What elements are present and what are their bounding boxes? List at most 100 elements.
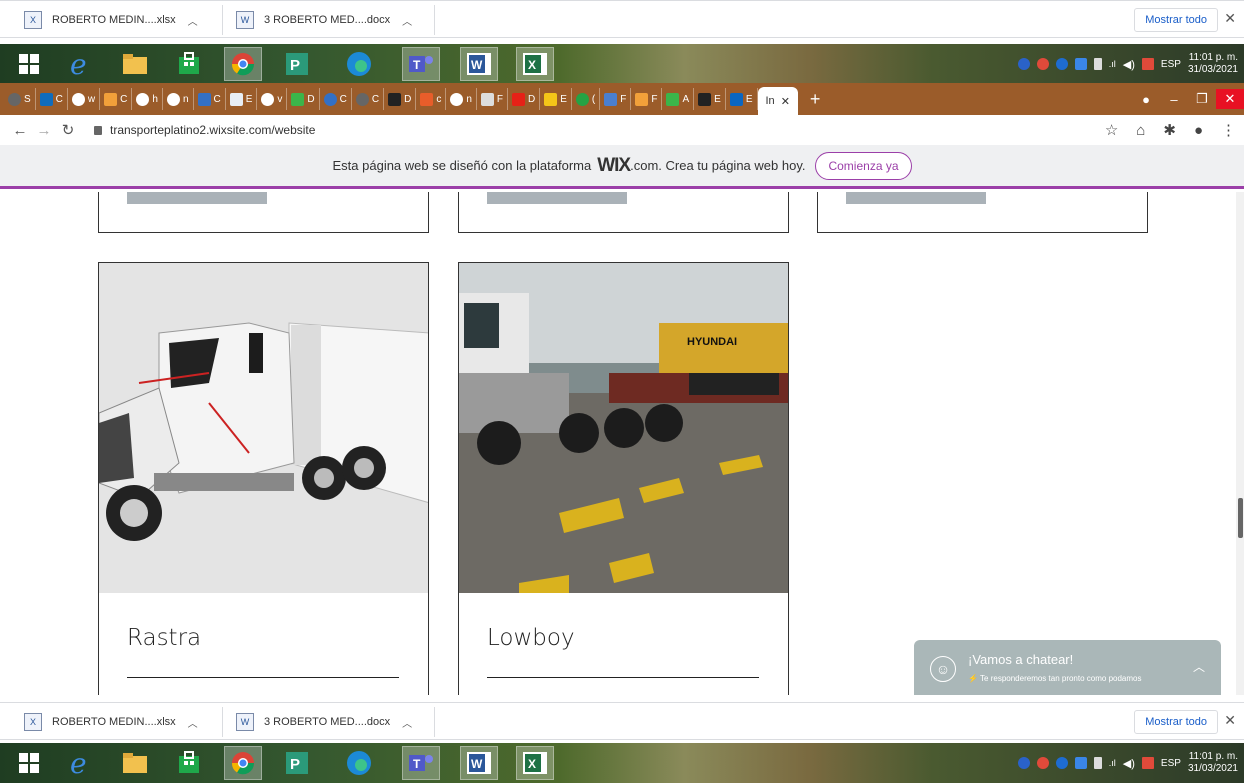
tab-item[interactable]: C xyxy=(36,88,68,110)
tab-item[interactable]: F xyxy=(477,88,509,110)
windows-start-icon[interactable] xyxy=(10,47,48,81)
tab-item[interactable]: h xyxy=(132,88,163,110)
close-icon[interactable]: ✕ xyxy=(1224,10,1236,27)
minimize-icon[interactable]: – xyxy=(1160,92,1188,107)
bookmark-star-icon[interactable]: ☆ xyxy=(1105,121,1118,139)
antivirus-icon[interactable] xyxy=(1036,58,1049,70)
tab-item[interactable]: A xyxy=(662,88,695,110)
scrollbar-thumb[interactable] xyxy=(1238,498,1243,538)
chevron-up-icon[interactable]: ︿ xyxy=(402,715,412,730)
excel-icon[interactable]: X xyxy=(516,746,554,780)
tab-item[interactable]: C xyxy=(320,88,352,110)
edge-icon[interactable] xyxy=(340,47,378,81)
bluetooth-icon[interactable] xyxy=(1017,757,1030,769)
tab-item[interactable]: E xyxy=(726,88,758,110)
tray-app-icon[interactable] xyxy=(1055,58,1068,70)
window-close-icon[interactable]: ✕ xyxy=(1216,89,1244,109)
card-button-placeholder[interactable] xyxy=(487,192,627,204)
close-tab-icon[interactable]: ✕ xyxy=(781,95,790,108)
forward-arrow-icon[interactable]: → xyxy=(32,122,56,139)
tab-item[interactable]: F xyxy=(600,88,632,110)
profile-dot-icon[interactable]: ● xyxy=(1132,92,1160,107)
reload-icon[interactable]: ↻ xyxy=(56,121,80,139)
store-icon[interactable] xyxy=(170,746,208,780)
tab-item[interactable]: D xyxy=(508,88,541,110)
chevron-up-icon[interactable]: ︿ xyxy=(1193,658,1205,675)
tab-item[interactable]: D xyxy=(384,88,417,110)
windows-start-icon[interactable] xyxy=(10,746,48,780)
publisher-icon[interactable]: P xyxy=(278,746,316,780)
more-menu-icon[interactable]: ⋮ xyxy=(1221,121,1236,139)
back-arrow-icon[interactable]: ← xyxy=(8,122,32,139)
chevron-up-icon[interactable]: ︿ xyxy=(188,715,198,730)
tab-item[interactable]: v xyxy=(257,88,288,110)
card-button-placeholder[interactable] xyxy=(846,192,986,204)
service-card-rastra[interactable]: Rastra xyxy=(98,262,429,695)
download-item-xlsx[interactable]: X ROBERTO MEDIN....xlsx ︿ xyxy=(24,7,198,33)
show-all-button[interactable]: Mostrar todo xyxy=(1134,710,1218,734)
language-indicator[interactable]: ESP xyxy=(1161,758,1181,769)
tray-app-icon[interactable] xyxy=(1055,757,1068,769)
battery-icon[interactable] xyxy=(1093,757,1102,769)
chat-widget[interactable]: ☺ ¡Vamos a chatear! ⚡ Te responderemos t… xyxy=(914,640,1221,695)
wix-logo[interactable]: WIX xyxy=(597,155,631,177)
tab-item[interactable]: F xyxy=(631,88,663,110)
battery-icon[interactable] xyxy=(1093,58,1102,70)
tab-item[interactable]: C xyxy=(194,88,226,110)
tab-active[interactable]: In ✕ xyxy=(757,87,798,115)
clock[interactable]: 11:01 p. m. 31/03/2021 xyxy=(1188,52,1238,76)
extensions-puzzle-icon[interactable]: ✱ xyxy=(1163,121,1176,139)
tab-item[interactable]: C xyxy=(100,88,133,110)
publisher-icon[interactable]: P xyxy=(278,47,316,81)
teams-icon[interactable]: T xyxy=(402,47,440,81)
flag-icon[interactable] xyxy=(1141,757,1154,769)
home-icon[interactable]: ⌂ xyxy=(1136,122,1145,139)
tab-item[interactable]: n xyxy=(163,88,194,110)
antivirus-icon[interactable] xyxy=(1036,757,1049,769)
word-icon[interactable]: W xyxy=(460,47,498,81)
volume-icon[interactable]: ◀) xyxy=(1123,58,1135,71)
network-icon[interactable] xyxy=(1074,58,1087,70)
service-card-lowboy[interactable]: HYUNDAI Lowboy xyxy=(458,262,789,695)
file-explorer-icon[interactable] xyxy=(116,47,154,81)
download-item-docx[interactable]: W 3 ROBERTO MED....docx ︿ xyxy=(236,709,412,735)
tab-item[interactable]: D xyxy=(287,88,320,110)
tab-item[interactable]: E xyxy=(226,88,258,110)
file-explorer-icon[interactable] xyxy=(116,746,154,780)
tab-item[interactable]: S xyxy=(4,88,36,110)
tab-item[interactable]: n xyxy=(446,88,477,110)
tab-item[interactable]: E xyxy=(694,88,726,110)
profile-avatar-icon[interactable]: ● xyxy=(1194,122,1203,139)
tab-item[interactable]: C xyxy=(352,88,385,110)
download-item-xlsx[interactable]: X ROBERTO MEDIN....xlsx ︿ xyxy=(24,709,198,735)
close-icon[interactable]: ✕ xyxy=(1224,712,1236,729)
new-tab-button[interactable]: + xyxy=(810,89,821,110)
word-icon[interactable]: W xyxy=(460,746,498,780)
network-icon[interactable] xyxy=(1074,757,1087,769)
clock[interactable]: 11:01 p. m. 31/03/2021 xyxy=(1188,751,1238,775)
restore-icon[interactable]: ❐ xyxy=(1188,91,1216,107)
excel-icon[interactable]: X xyxy=(516,47,554,81)
signal-icon[interactable]: .ıl xyxy=(1109,59,1116,69)
tab-item[interactable]: ( xyxy=(572,88,601,110)
signal-icon[interactable]: .ıl xyxy=(1109,758,1116,768)
tab-item[interactable]: c xyxy=(416,88,447,110)
download-item-docx[interactable]: W 3 ROBERTO MED....docx ︿ xyxy=(236,7,412,33)
store-icon[interactable] xyxy=(170,47,208,81)
page-scrollbar[interactable] xyxy=(1236,192,1244,695)
chevron-up-icon[interactable]: ︿ xyxy=(188,13,198,28)
internet-explorer-icon[interactable]: e xyxy=(62,47,100,81)
internet-explorer-icon[interactable]: e xyxy=(62,746,100,780)
volume-icon[interactable]: ◀) xyxy=(1123,757,1135,770)
tab-item[interactable]: E xyxy=(540,88,572,110)
chrome-icon[interactable] xyxy=(224,746,262,780)
teams-icon[interactable]: T xyxy=(402,746,440,780)
start-now-button[interactable]: Comienza ya xyxy=(815,151,912,180)
tab-item[interactable]: w xyxy=(68,88,101,110)
url-field[interactable]: transporteplatino2.wixsite.com/website xyxy=(94,123,315,137)
chevron-up-icon[interactable]: ︿ xyxy=(402,13,412,28)
card-button-placeholder[interactable] xyxy=(127,192,267,204)
chrome-icon[interactable] xyxy=(224,47,262,81)
bluetooth-icon[interactable] xyxy=(1017,58,1030,70)
language-indicator[interactable]: ESP xyxy=(1161,59,1181,70)
